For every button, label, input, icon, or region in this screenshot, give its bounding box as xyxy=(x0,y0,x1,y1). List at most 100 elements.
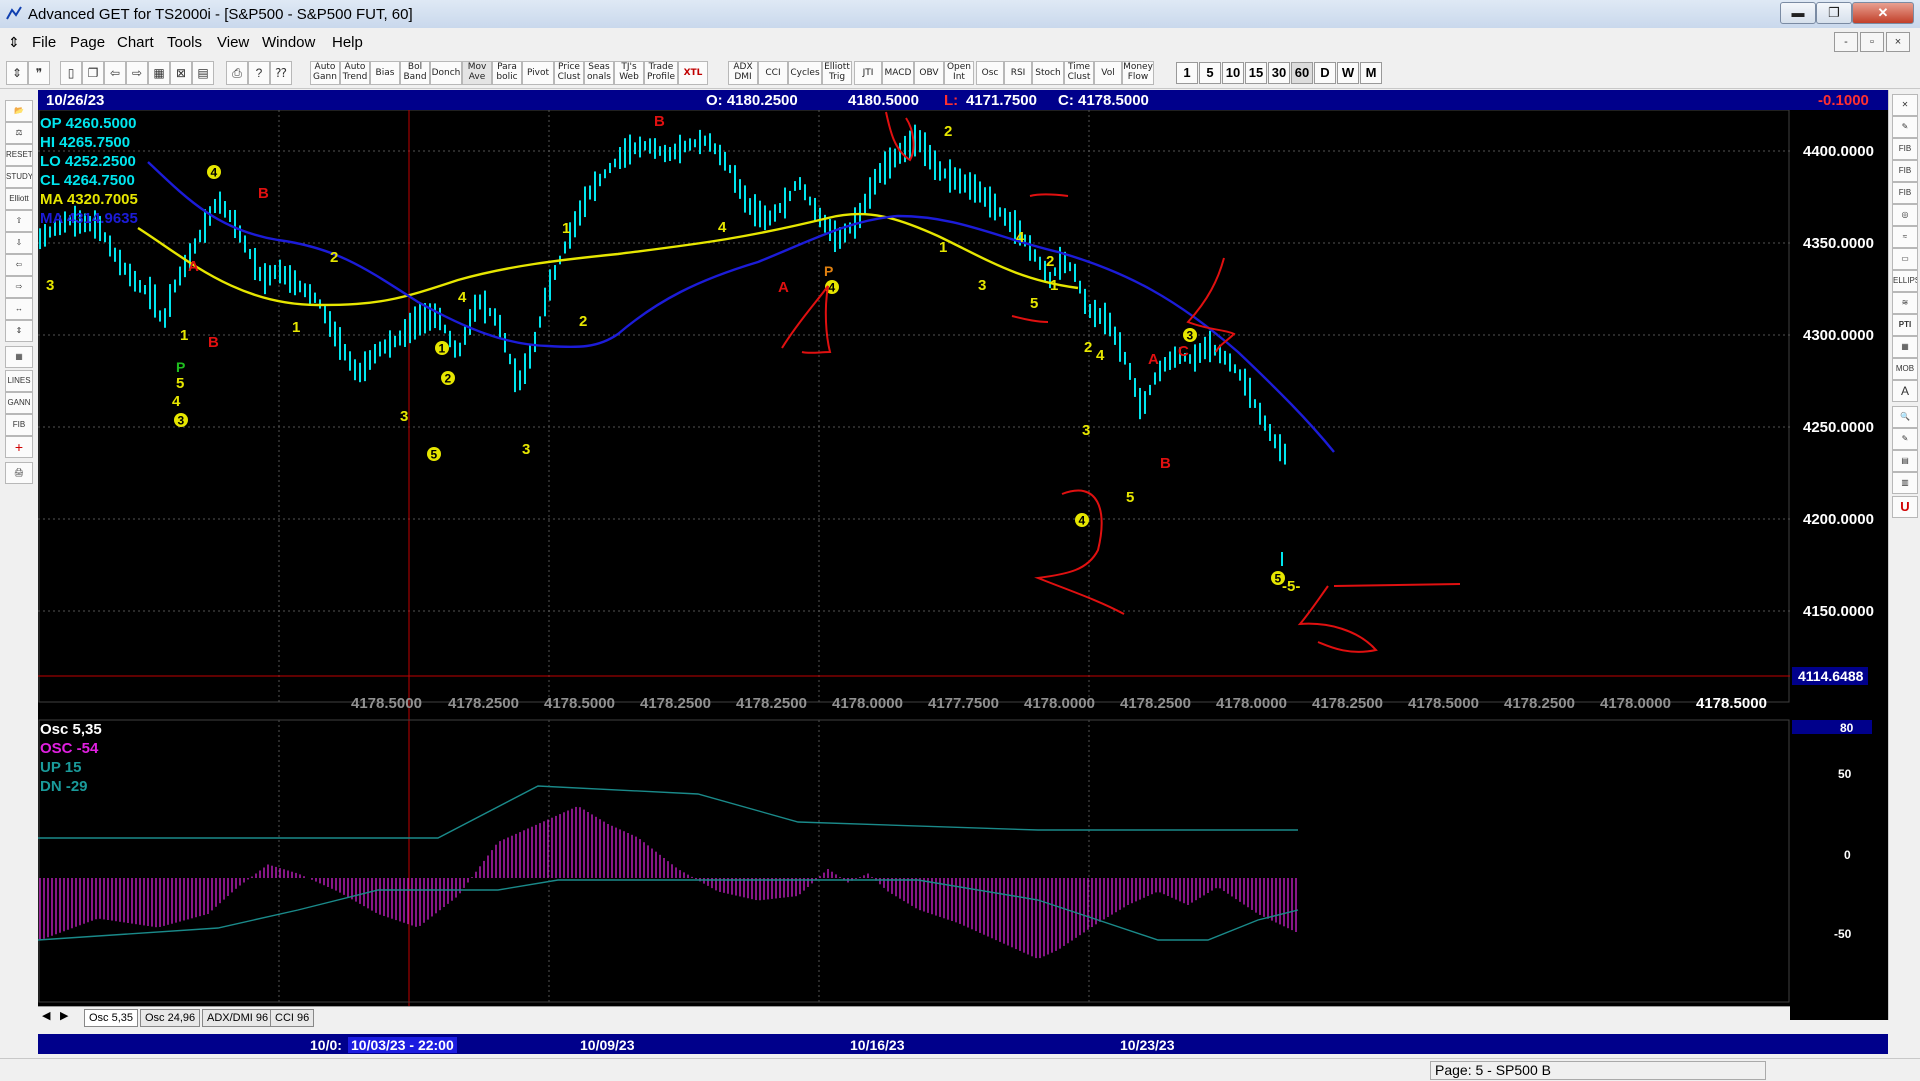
close-button[interactable]: ✕ xyxy=(1852,2,1914,24)
menu-file[interactable]: File xyxy=(32,34,56,51)
period-daily[interactable]: D xyxy=(1314,62,1336,84)
price-chart[interactable]: 3 4 2 1 3 1 2 4 1 2 1 2 4 3 4 5 1 2 3 4 … xyxy=(38,90,1888,1020)
tool-cci[interactable]: CCI xyxy=(758,61,788,85)
close-drawing-icon[interactable]: ✕ xyxy=(1892,94,1918,116)
menu-tools[interactable]: Tools xyxy=(167,34,202,51)
copy-icon[interactable]: ❐ xyxy=(82,61,104,85)
new-page-icon[interactable]: ▯ xyxy=(60,61,82,85)
arrow-right-icon[interactable]: ⇨ xyxy=(5,276,33,298)
mdi-restore-button[interactable]: ▫ xyxy=(1860,32,1884,52)
fib-extension-button[interactable]: FIB EXT xyxy=(1892,160,1918,182)
ellipse-button[interactable]: ELLIPS xyxy=(1892,270,1918,292)
period-weekly[interactable]: W xyxy=(1337,62,1359,84)
print-icon[interactable]: 🖨 xyxy=(5,462,33,484)
menu-chart[interactable]: Chart xyxy=(117,34,154,51)
forward-icon[interactable]: ⇨ xyxy=(126,61,148,85)
scale-icon[interactable]: ⚖ xyxy=(5,122,33,144)
period-1[interactable]: 1 xyxy=(1176,62,1198,84)
fib-button[interactable]: FIB xyxy=(5,414,33,436)
table-icon[interactable]: ▦ xyxy=(1892,336,1918,358)
tool-elliott-trig[interactable]: Elliott Trig xyxy=(822,61,852,85)
period-30[interactable]: 30 xyxy=(1268,62,1290,84)
period-60[interactable]: 60 xyxy=(1291,62,1313,84)
cursor-icon[interactable]: ⇕ xyxy=(6,61,28,85)
arrow-up-icon[interactable]: ⇧ xyxy=(5,210,33,232)
channel-icon[interactable]: ≈ xyxy=(1892,226,1918,248)
minimize-button[interactable]: ▬ xyxy=(1780,2,1816,24)
menu-page[interactable]: Page xyxy=(70,34,105,51)
tool-auto-trend[interactable]: Auto Trend xyxy=(340,61,370,85)
zoom-icon[interactable]: 🔍 xyxy=(1892,406,1918,428)
quote-icon[interactable]: ❞ xyxy=(28,61,50,85)
mdi-close-button[interactable]: × xyxy=(1886,32,1910,52)
help-icon[interactable]: ? xyxy=(248,61,270,85)
chart-window[interactable]: 3 4 2 1 3 1 2 4 1 2 1 2 4 3 4 5 1 2 3 4 … xyxy=(38,90,1888,1020)
menu-window[interactable]: Window xyxy=(262,34,315,51)
tool-bias[interactable]: Bias xyxy=(370,61,400,85)
tool-trade-profile[interactable]: Trade Profile xyxy=(644,61,678,85)
tool-time-clust[interactable]: Time Clust xyxy=(1064,61,1094,85)
tool-vol[interactable]: Vol xyxy=(1094,61,1122,85)
highlighter-icon[interactable]: ✎ xyxy=(1892,428,1918,450)
fib-time-button[interactable]: FIB TIME xyxy=(1892,182,1918,204)
period-10[interactable]: 10 xyxy=(1222,62,1244,84)
layout-icon[interactable]: ▦ xyxy=(148,61,170,85)
fib-retracement-button[interactable]: FIB RET xyxy=(1892,138,1918,160)
undo-button[interactable]: U xyxy=(1892,496,1918,518)
mob-button[interactable]: MOB xyxy=(1892,358,1918,380)
open-icon[interactable]: 📂 xyxy=(5,100,33,122)
arrow-down-icon[interactable]: ⇩ xyxy=(5,232,33,254)
tool-adx-dmi[interactable]: ADX DMI xyxy=(728,61,758,85)
menu-help[interactable]: Help xyxy=(332,34,363,51)
grid-icon[interactable]: ▤ xyxy=(192,61,214,85)
list-icon[interactable]: ▤ xyxy=(1892,450,1918,472)
grid-icon[interactable]: ▦ xyxy=(5,346,33,368)
back-icon[interactable]: ⇦ xyxy=(104,61,126,85)
tool-auto-gann[interactable]: Auto Gann xyxy=(310,61,340,85)
maximize-button[interactable]: ❐ xyxy=(1816,2,1852,24)
tab-scroll-left-icon[interactable]: ◀ xyxy=(42,1009,50,1022)
tab-scroll-right-icon[interactable]: ▶ xyxy=(60,1009,68,1022)
period-5[interactable]: 5 xyxy=(1199,62,1221,84)
pen-icon[interactable]: ✎ xyxy=(1892,116,1918,138)
tool-rsi[interactable]: RSI xyxy=(1004,61,1032,85)
tool-xtl[interactable]: XTL xyxy=(678,61,708,85)
tool-osc[interactable]: Osc xyxy=(976,61,1004,85)
tool-pivot[interactable]: Pivot xyxy=(522,61,554,85)
tool-open-int[interactable]: Open Int xyxy=(944,61,974,85)
tool-bol-band[interactable]: Bol Band xyxy=(400,61,430,85)
pti-button[interactable]: PTI xyxy=(1892,314,1918,336)
wave-icon[interactable]: ≋ xyxy=(1892,292,1918,314)
tool-obv[interactable]: OBV xyxy=(914,61,944,85)
period-monthly[interactable]: M xyxy=(1360,62,1382,84)
gann-button[interactable]: GANN xyxy=(5,392,33,414)
tool-jti[interactable]: JTI xyxy=(854,61,882,85)
text-tool-icon[interactable]: A xyxy=(1892,380,1918,402)
tab-osc-24-96[interactable]: Osc 24,96 xyxy=(140,1009,201,1027)
tool-macd[interactable]: MACD xyxy=(882,61,914,85)
compress-vertical-icon[interactable]: ⇕ xyxy=(5,320,33,342)
tool-money-flow[interactable]: Money Flow xyxy=(1122,61,1154,85)
menu-view[interactable]: View xyxy=(217,34,249,51)
report-icon[interactable]: ▥ xyxy=(1892,472,1918,494)
lines-button[interactable]: LINES xyxy=(5,370,33,392)
mdi-minimize-button[interactable]: - xyxy=(1834,32,1858,52)
tab-cci-96[interactable]: CCI 96 xyxy=(270,1009,315,1027)
reset-button[interactable]: RESET xyxy=(5,144,33,166)
tool-stoch[interactable]: Stoch xyxy=(1032,61,1064,85)
compress-horizontal-icon[interactable]: ↔ xyxy=(5,298,33,320)
arrow-left-icon[interactable]: ⇦ xyxy=(5,254,33,276)
study-button[interactable]: STUDY xyxy=(5,166,33,188)
print-icon[interactable]: ⎙ xyxy=(226,61,248,85)
tool-donch[interactable]: Donch xyxy=(430,61,462,85)
elliott-button[interactable]: Elliott xyxy=(5,188,33,210)
circle-icon[interactable]: ◎ xyxy=(1892,204,1918,226)
tool-price-clust[interactable]: Price Clust xyxy=(554,61,584,85)
period-15[interactable]: 15 xyxy=(1245,62,1267,84)
tool-seasonals[interactable]: Seas onals xyxy=(584,61,614,85)
tool-cycles[interactable]: Cycles xyxy=(788,61,822,85)
tool-mov-ave[interactable]: Mov Ave xyxy=(462,61,492,85)
delete-icon[interactable]: ⊠ xyxy=(170,61,192,85)
rectangle-icon[interactable]: ▭ xyxy=(1892,248,1918,270)
tool-parabolic[interactable]: Para bolic xyxy=(492,61,522,85)
